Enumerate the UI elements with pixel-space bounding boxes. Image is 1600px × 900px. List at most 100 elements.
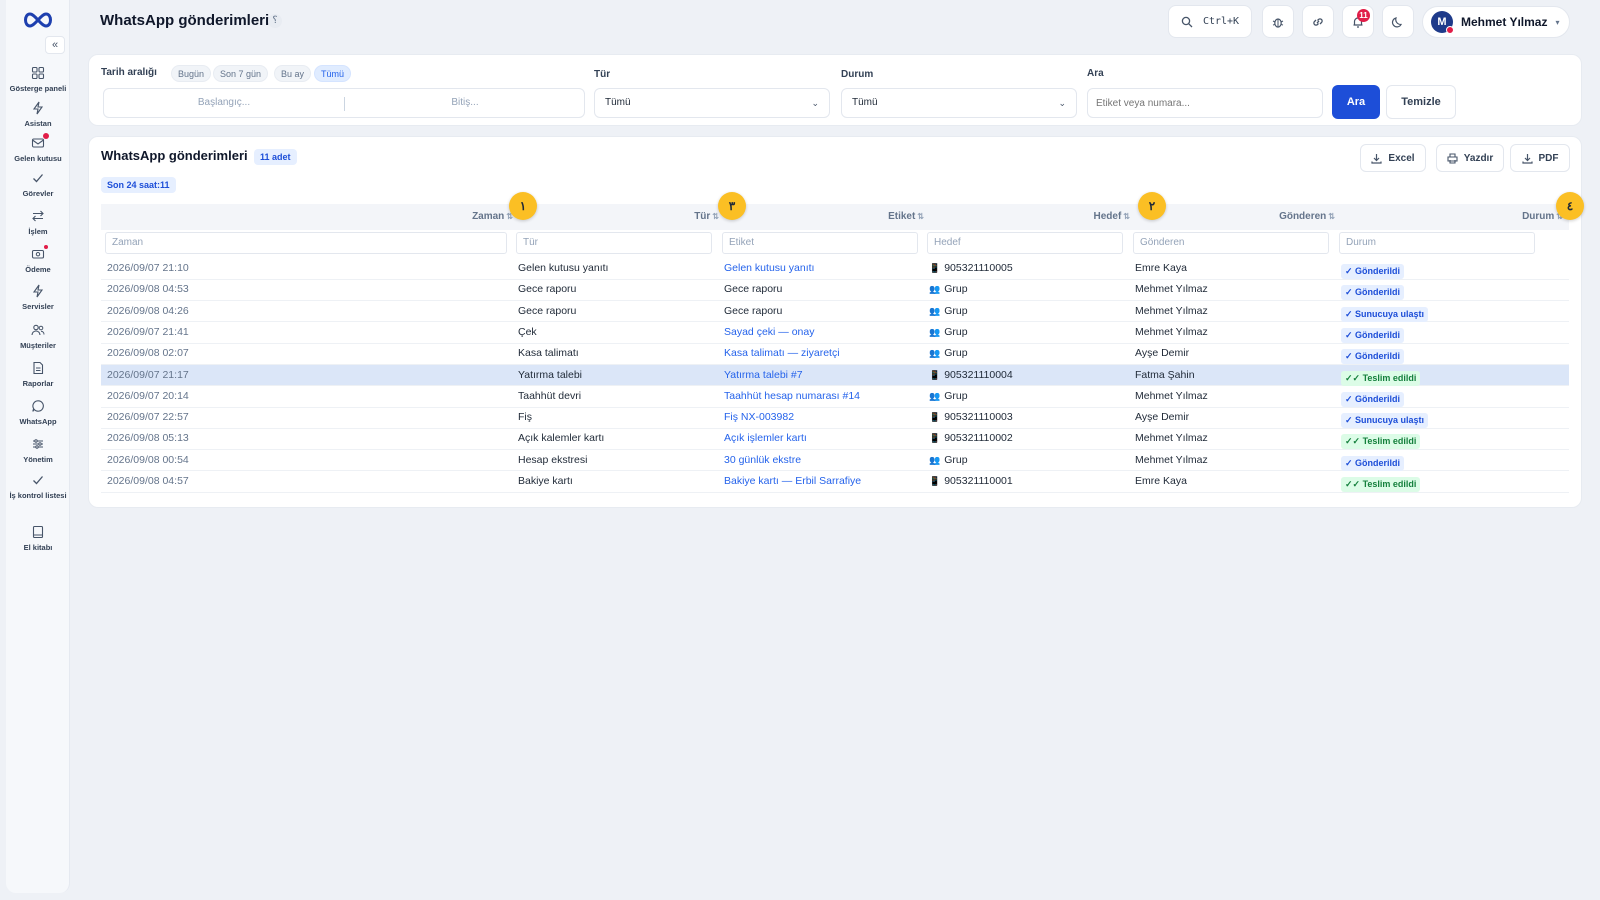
cell-sender: Mehmet Yılmaz bbox=[1135, 304, 1208, 317]
sidebar-item-5[interactable]: İşlem bbox=[6, 209, 70, 236]
sidebar-item-label: İşlem bbox=[28, 227, 48, 236]
sidebar-item-7[interactable]: Servisler bbox=[6, 284, 70, 311]
cell-time: 2026/09/08 04:57 bbox=[107, 475, 189, 487]
filter-type-input[interactable]: Tür bbox=[516, 232, 712, 254]
target-value: 905321110001 bbox=[944, 475, 1013, 487]
cell-target: 📱 905321110004 bbox=[929, 365, 1013, 386]
cell-label[interactable]: Kasa talimatı — ziyaretçi bbox=[724, 343, 840, 364]
cell-type: Kasa talimatı bbox=[518, 347, 579, 360]
end-date-field[interactable]: Bitiş... bbox=[345, 89, 585, 119]
sidebar-item-label: Görevler bbox=[22, 189, 54, 198]
cell-sender: Mehmet Yılmaz bbox=[1135, 453, 1208, 466]
status-badge: ✓✓ Teslim edildi bbox=[1341, 370, 1421, 386]
filter-target-input[interactable]: Hedef bbox=[927, 232, 1123, 254]
cell-target: 📱 905321110005 bbox=[929, 258, 1013, 279]
start-date-field[interactable]: Başlangıç... bbox=[104, 89, 344, 119]
preset-this-month[interactable]: Bu ay bbox=[274, 65, 312, 82]
chevron-down-icon: ▾ bbox=[1555, 17, 1560, 27]
sidebar-item-6[interactable]: Ödeme bbox=[6, 245, 70, 274]
sidebar-item-10[interactable]: WhatsApp bbox=[6, 399, 70, 426]
sidebar-item-2[interactable]: Asistan bbox=[6, 101, 70, 128]
search-label: Ara bbox=[1087, 68, 1104, 79]
search-button[interactable]: Ara bbox=[1332, 85, 1380, 119]
table-row[interactable]: 2026/09/07 21:41 Çek Sayad çeki — onay 👥 Gru… bbox=[101, 322, 1569, 344]
cell-label[interactable]: Sayad çeki — onay bbox=[724, 322, 814, 343]
sidebar-item-11[interactable]: Yönetim bbox=[6, 437, 70, 464]
cell-label[interactable]: Taahhüt hesap numarası #14 bbox=[724, 386, 860, 407]
sidebar-item-1[interactable]: Gösterge paneli bbox=[6, 66, 70, 93]
print-button[interactable]: Yazdır bbox=[1436, 144, 1504, 172]
inbox-icon bbox=[31, 133, 49, 150]
preset-today[interactable]: Bugün bbox=[171, 65, 212, 82]
cell-label[interactable]: Fiş NX-003982 bbox=[724, 407, 794, 428]
table-row[interactable]: 2026/09/08 05:13 Açık kalemler kartı Açık … bbox=[101, 428, 1569, 451]
target-value: Grup bbox=[944, 283, 968, 296]
link-button[interactable] bbox=[1302, 5, 1334, 38]
marker-3: ٣ bbox=[718, 192, 746, 220]
table-row[interactable]: 2026/09/07 22:57 Fiş Fiş NX-003982 📱 9053211… bbox=[101, 407, 1569, 429]
cell-label[interactable]: Açık işlemler kartı bbox=[724, 428, 807, 449]
cell-sender: Ayşe Demir bbox=[1135, 411, 1190, 424]
sidebar-item-13[interactable]: El kitabı bbox=[6, 525, 70, 552]
user-menu-button[interactable]: M Mehmet Yılmaz ▾ bbox=[1422, 6, 1570, 38]
group-icon: 👥 bbox=[929, 284, 941, 295]
cell-label[interactable]: 30 günlük ekstre bbox=[724, 450, 801, 471]
filter-time-input[interactable]: Zaman bbox=[105, 232, 507, 254]
sidebar-item-12[interactable]: İş kontrol listesi bbox=[6, 473, 70, 500]
table-row[interactable]: 2026/09/07 21:10 Gelen kutusu yanıtı Gelen… bbox=[101, 258, 1569, 280]
title-help-icon[interactable]: ؟ bbox=[268, 14, 282, 28]
sidebar-item-label: Yönetim bbox=[23, 455, 53, 464]
table-row[interactable]: 2026/09/07 20:14 Taahhüt devri Taahhüt hes… bbox=[101, 386, 1569, 408]
column-header-type[interactable]: Tür ⇅ bbox=[694, 204, 719, 230]
date-range-picker[interactable]: Başlangıç... Bitiş... bbox=[103, 88, 585, 118]
sidebar-item-8[interactable]: Müşteriler bbox=[6, 323, 70, 350]
sidebar-item-9[interactable]: Raporlar bbox=[6, 361, 70, 388]
export-pdf-button[interactable]: PDF bbox=[1510, 144, 1570, 172]
status-badge: ✓ Gönderildi bbox=[1341, 264, 1405, 279]
search-shortcut-button[interactable]: Ctrl+K bbox=[1168, 5, 1252, 38]
sort-icon: ⇅ bbox=[712, 212, 719, 221]
sidebar-item-label: Müşteriler bbox=[20, 341, 56, 350]
table-row[interactable]: 2026/09/08 04:57 Bakiye kartı Bakiye kartı… bbox=[101, 471, 1569, 493]
notification-count-badge: 11 bbox=[1357, 9, 1370, 22]
table-row[interactable]: 2026/09/08 04:26 Gece raporu Gece raporu 👥 G… bbox=[101, 301, 1569, 323]
filter-status-input[interactable]: Durum bbox=[1339, 232, 1535, 254]
table-row[interactable]: 2026/09/07 21:17 Yatırma talebi Yatırma ta… bbox=[101, 364, 1569, 387]
type-select[interactable]: Tümü ⌄ bbox=[594, 88, 830, 118]
cell-label[interactable]: Bakiye kartı — Erbil Sarrafiye bbox=[724, 471, 861, 492]
cell-label[interactable]: Yatırma talebi #7 bbox=[724, 365, 803, 386]
search-input[interactable] bbox=[1087, 88, 1323, 118]
bug-button[interactable] bbox=[1262, 5, 1294, 38]
target-value: Grup bbox=[944, 304, 968, 317]
target-value: 905321110005 bbox=[944, 262, 1013, 274]
status-select[interactable]: Tümü ⌄ bbox=[841, 88, 1077, 118]
table-row[interactable]: 2026/09/08 00:54 Hesap ekstresi 30 günlük … bbox=[101, 450, 1569, 472]
column-header-time[interactable]: Zaman ⇅ bbox=[472, 204, 513, 230]
sidebar-item-4[interactable]: Görevler bbox=[6, 171, 70, 198]
table-row[interactable]: 2026/09/08 04:53 Gece raporu Gece raporu 👥 G… bbox=[101, 279, 1569, 302]
theme-toggle-button[interactable] bbox=[1382, 5, 1414, 38]
preset-all[interactable]: Tümü bbox=[314, 65, 352, 82]
table-row[interactable]: 2026/09/08 02:07 Kasa talimatı Kasa talima… bbox=[101, 343, 1569, 365]
phone-icon: 📱 bbox=[929, 263, 941, 273]
cell-label[interactable]: Gelen kutusu yanıtı bbox=[724, 258, 814, 279]
payment-icon bbox=[31, 245, 48, 261]
sidebar-item-3[interactable]: Gelen kutusu bbox=[6, 133, 70, 163]
cell-time: 2026/09/07 21:41 bbox=[107, 325, 189, 338]
preset-last-7-days[interactable]: Son 7 gün bbox=[213, 65, 269, 82]
column-header-sender[interactable]: Gönderen ⇅ bbox=[1279, 204, 1335, 230]
infinity-logo-icon[interactable] bbox=[21, 10, 55, 30]
sidebar: « Gösterge paneli Asistan Gelen kutusu Göre… bbox=[6, 0, 70, 893]
column-header-label[interactable]: Etiket ⇅ bbox=[888, 204, 924, 230]
notifications-button[interactable]: 11 bbox=[1342, 5, 1374, 38]
sidebar-collapse-button[interactable]: « bbox=[45, 36, 65, 54]
filter-sender-input[interactable]: Gönderen bbox=[1133, 232, 1329, 254]
cell-type: Hesap ekstresi bbox=[518, 453, 588, 466]
column-sender-label: Gönderen bbox=[1279, 211, 1327, 222]
column-type-label: Tür bbox=[694, 211, 711, 222]
column-header-target[interactable]: Hedef ⇅ bbox=[1094, 204, 1131, 230]
filter-label-input[interactable]: Etiket bbox=[722, 232, 918, 254]
export-excel-button[interactable]: Excel bbox=[1360, 144, 1426, 172]
download-icon bbox=[1521, 153, 1533, 164]
clear-button[interactable]: Temizle bbox=[1386, 85, 1456, 119]
